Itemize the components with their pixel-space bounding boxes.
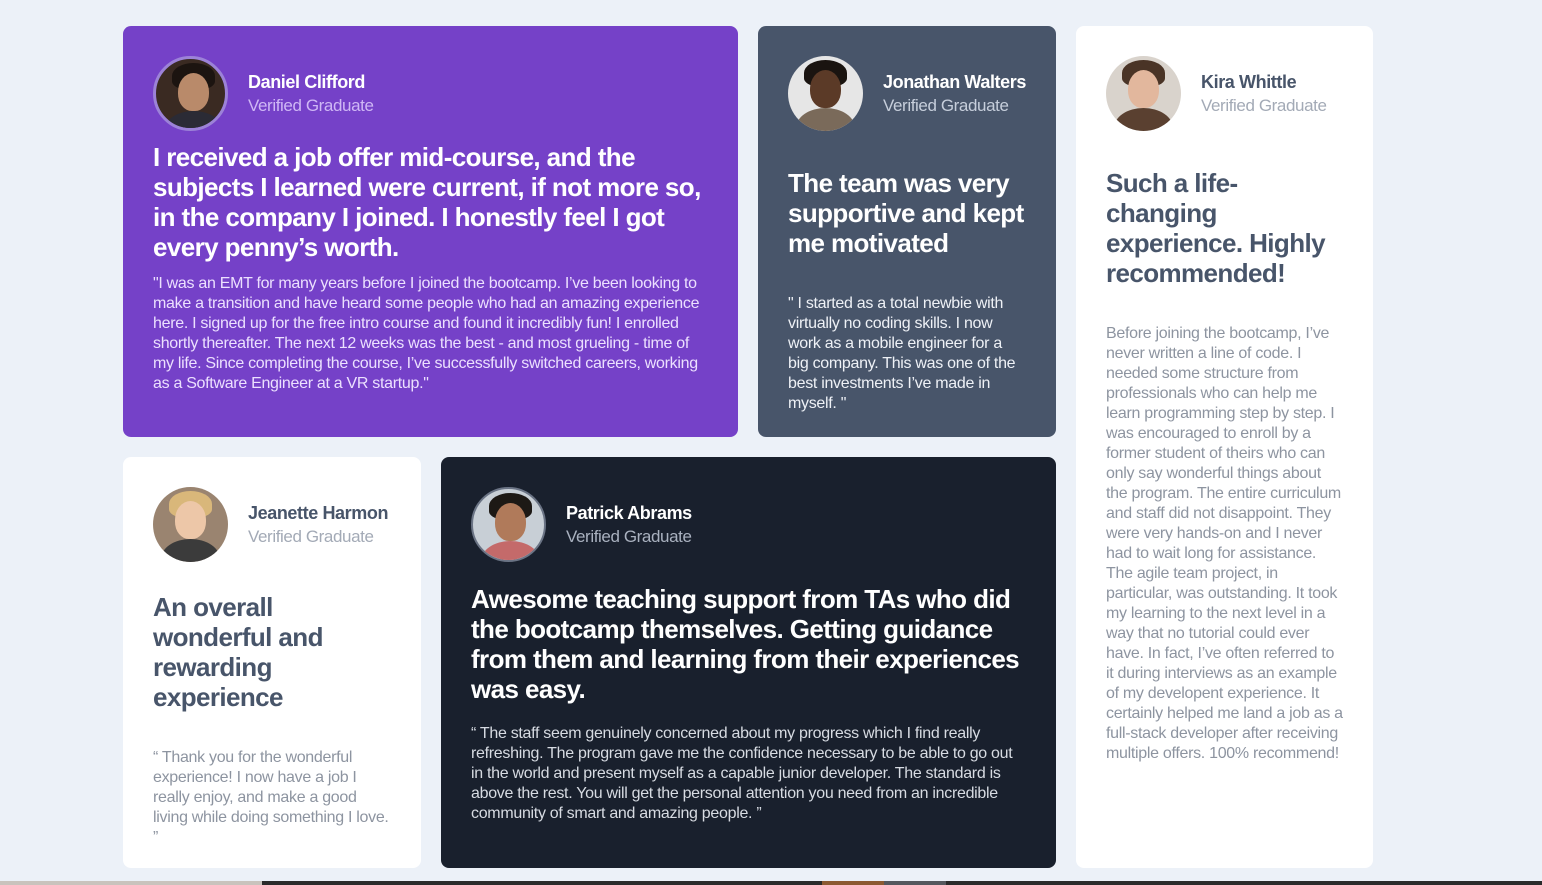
avatar bbox=[153, 56, 228, 131]
person-header: Jeanette Harmon Verified Graduate bbox=[153, 487, 391, 562]
testimonial-card-jonathan: Jonathan Walters Verified Graduate The t… bbox=[758, 26, 1056, 437]
person-role: Verified Graduate bbox=[883, 95, 1009, 115]
testimonial-card-patrick: Patrick Abrams Verified Graduate Awesome… bbox=[441, 457, 1056, 868]
testimonial-headline: The team was very supportive and kept me… bbox=[788, 168, 1024, 258]
testimonial-card-jeanette: Jeanette Harmon Verified Graduate An ove… bbox=[123, 457, 421, 868]
person-name: Kira Whittle bbox=[1201, 71, 1297, 92]
person-name: Jonathan Walters bbox=[883, 71, 1026, 92]
person-role: Verified Graduate bbox=[248, 95, 374, 115]
avatar bbox=[1106, 56, 1181, 131]
testimonial-headline: I received a job offer mid-course, and t… bbox=[153, 142, 701, 262]
testimonials-grid: Daniel Clifford Verified Graduate I rece… bbox=[0, 0, 1542, 885]
taskbar-edge bbox=[0, 881, 1542, 885]
testimonial-headline: Awesome teaching support from TAs who di… bbox=[471, 584, 1020, 704]
avatar bbox=[153, 487, 228, 562]
person-name: Daniel Clifford bbox=[248, 71, 366, 92]
person-header: Daniel Clifford Verified Graduate bbox=[153, 56, 708, 131]
person-header: Kira Whittle Verified Graduate bbox=[1106, 56, 1343, 131]
testimonial-quote: "I was an EMT for many years before I jo… bbox=[153, 275, 700, 392]
testimonial-quote: “ The staff seem genuinely concerned abo… bbox=[471, 725, 1013, 822]
testimonial-card-kira: Kira Whittle Verified Graduate Such a li… bbox=[1076, 26, 1373, 868]
testimonial-quote: " I started as a total newbie with virtu… bbox=[788, 295, 1016, 412]
avatar bbox=[471, 487, 546, 562]
avatar bbox=[788, 56, 863, 131]
person-name: Patrick Abrams bbox=[566, 502, 692, 523]
person-role: Verified Graduate bbox=[248, 526, 374, 546]
person-role: Verified Graduate bbox=[566, 526, 692, 546]
testimonial-quote: “ Thank you for the wonderful experience… bbox=[153, 749, 389, 846]
person-role: Verified Graduate bbox=[1201, 95, 1327, 115]
person-header: Jonathan Walters Verified Graduate bbox=[788, 56, 1026, 131]
person-header: Patrick Abrams Verified Graduate bbox=[471, 487, 1026, 562]
testimonial-card-daniel: Daniel Clifford Verified Graduate I rece… bbox=[123, 26, 738, 437]
testimonial-quote: Before joining the bootcamp, I’ve never … bbox=[1106, 325, 1343, 762]
testimonial-headline: An overall wonderful and rewarding exper… bbox=[153, 592, 323, 712]
testimonial-headline: Such a life-changing experience. Highly … bbox=[1106, 168, 1326, 288]
person-name: Jeanette Harmon bbox=[248, 502, 389, 523]
